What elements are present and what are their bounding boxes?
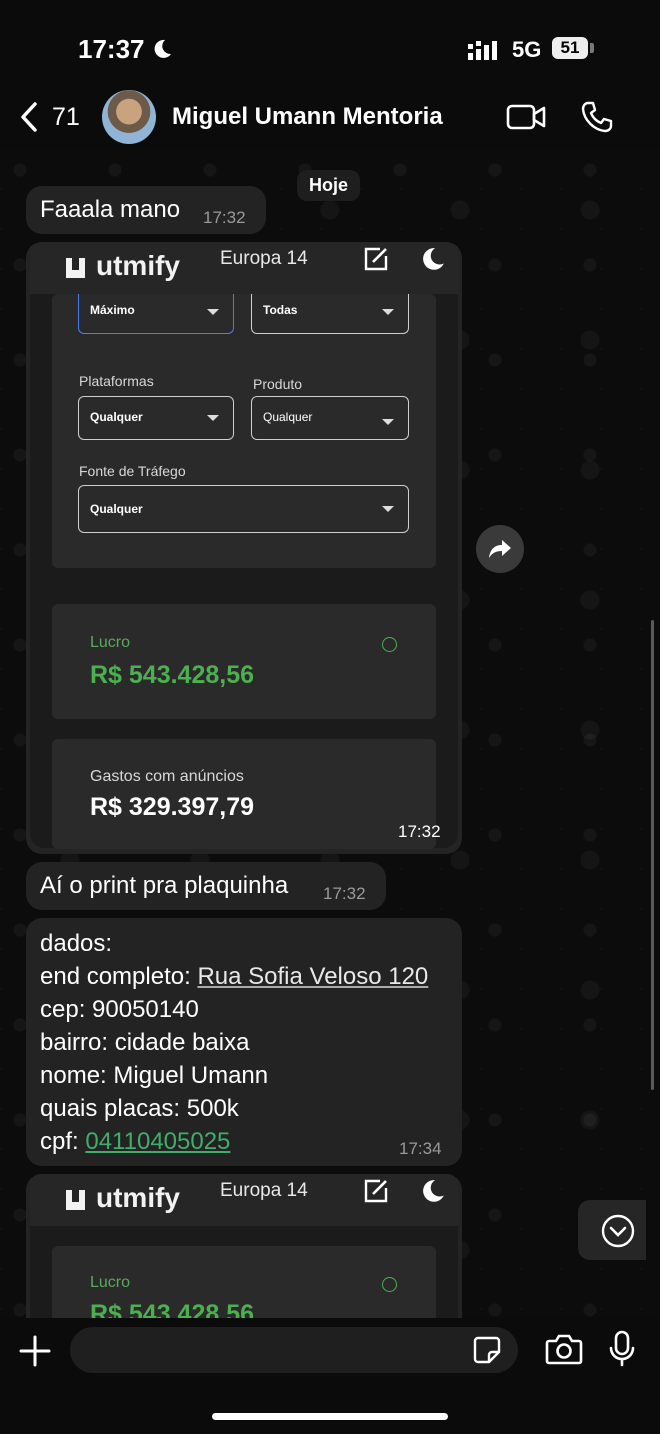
message-line: nome: Miguel Umann [40,1062,269,1089]
profit-value: R$ 543.428,56 [90,661,255,689]
utmify-logo-icon [66,258,85,278]
workspace-name: Europa 14 [220,1180,308,1201]
message-line: quais placas: 500k [40,1095,239,1122]
profit-label: Lucro [90,1274,131,1291]
select-value: Qualquer [90,502,143,516]
moon-icon [423,248,444,270]
sticker-icon[interactable] [472,1335,502,1365]
account-select[interactable]: Todas [251,294,409,334]
ads-spend-label: Gastos com anúncios [90,768,244,785]
select-value: Qualquer [263,410,313,424]
status-time: 17:37 [78,34,145,64]
cpf-number-link[interactable]: 04110405025 [85,1128,230,1155]
date-chip: Hoje [297,170,361,201]
message-text: end completo: [40,963,198,990]
filter-label-product: Produto [253,376,303,392]
chevron-down-circle-icon [601,1214,635,1248]
profit-card: Lucro R$ 543.428,56 [52,1246,436,1318]
battery-tip [590,43,594,53]
traffic-source-select[interactable]: Qualquer [78,485,409,533]
battery-icon: 51 [552,37,588,59]
info-icon [382,1277,397,1292]
edit-icon [364,1179,388,1203]
profit-label: Lucro [90,634,131,651]
chevron-down-icon [207,309,219,315]
utmify-header: utmify Europa 14 [30,242,458,294]
message-time: 17:34 [399,1139,442,1158]
filter-label-traffic: Fonte de Tráfego [79,463,186,479]
message-line: end completo: Rua Sofia Veloso 120 [40,963,428,991]
phone-call-icon[interactable] [580,100,614,134]
workspace-name: Europa 14 [220,248,308,269]
message-line: bairro: cidade baixa [40,1029,250,1056]
select-value: Qualquer [90,410,143,424]
chevron-down-icon [207,415,219,421]
message-bubble[interactable]: Faaala mano 17:32 [26,186,266,234]
forward-button[interactable] [476,525,524,573]
chevron-down-icon [382,309,394,315]
utmify-header: utmify Europa 14 [30,1174,458,1226]
chevron-down-icon [382,506,394,512]
period-select[interactable]: Máximo [78,294,234,334]
product-select[interactable]: Qualquer [251,396,409,440]
video-call-icon[interactable] [506,103,546,131]
utmify-logo: utmify [96,1182,180,1213]
message-line: cep: 90050140 [40,996,199,1023]
address-link[interactable]: Rua Sofia Veloso 120 [197,963,428,990]
message-text: Aí o print pra plaquinha [40,872,289,899]
profit-value: R$ 543.428,56 [90,1300,255,1318]
message-text: Faaala mano [40,196,181,223]
platforms-select[interactable]: Qualquer [78,396,234,440]
back-chevron-icon[interactable] [18,100,40,134]
network-type: 5G [512,37,542,62]
message-input[interactable] [70,1327,518,1373]
utmify-logo-icon [66,1190,85,1210]
message-line: cpf: 04110405025 [40,1128,230,1156]
contact-name[interactable]: Miguel Umann Mentoria [172,103,443,131]
home-indicator [212,1413,448,1420]
back-unread-count[interactable]: 71 [52,103,80,132]
info-icon [382,637,397,652]
forward-arrow-icon [489,540,511,558]
filters-card: Máximo Todas Plataformas Qualquer Produt… [52,294,436,568]
chevron-down-icon [382,419,394,425]
scrollbar[interactable] [651,620,654,1090]
select-value: Máximo [90,303,135,317]
filter-label-platforms: Plataformas [79,373,154,389]
ads-spend-card: Gastos com anúncios R$ 329.397,79 [52,739,436,849]
scroll-down-button[interactable] [578,1200,646,1260]
message-time: 17:32 [203,208,246,227]
focus-moon-icon [154,39,171,58]
profit-card: Lucro R$ 543.428,56 [52,604,436,719]
plus-icon[interactable] [18,1334,52,1368]
message-text: cpf: [40,1128,86,1155]
message-time: 17:32 [323,884,366,903]
microphone-icon[interactable] [608,1330,636,1368]
message-line: dados: [40,930,113,957]
message-bubble[interactable]: dados: end completo: Rua Sofia Veloso 12… [26,918,462,1166]
ads-spend-value: R$ 329.397,79 [90,793,255,821]
avatar[interactable] [102,90,156,144]
image-message[interactable]: utmify Europa 14 Lucro R$ 543.428,56 [26,1174,462,1318]
edit-icon [364,247,388,271]
message-bubble[interactable]: Aí o print pra plaquinha 17:32 [26,862,386,910]
camera-icon[interactable] [545,1333,583,1365]
utmify-logo: utmify [96,250,180,281]
message-time: 17:32 [398,822,441,841]
select-value: Todas [263,303,298,317]
signal-icon [468,41,497,60]
moon-icon [423,1180,444,1202]
image-message[interactable]: utmify Europa 14 Máximo Todas Plataforma… [26,242,462,854]
